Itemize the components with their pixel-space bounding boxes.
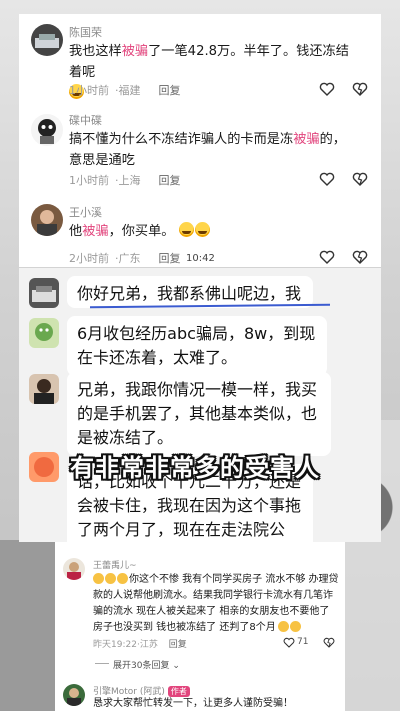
laugh-emoji-icon <box>93 573 104 584</box>
like-count: 71 <box>297 637 309 647</box>
chat-bubble: 6月收包经历abc骗局，8w，到现在卡还冻着，太难了。 <box>67 316 327 376</box>
laugh-emoji-icon <box>194 222 210 237</box>
chat-bubble: 你好兄弟，我都系佛山呢边，我也是 <box>67 276 313 308</box>
dislike-heart-icon[interactable] <box>352 82 368 96</box>
video-timestamp: 10:42 <box>186 253 215 264</box>
comments-panel-top: 陈国荣 我也这样被骗了一笔42.8万。半年了。钱还冻结着呢 1小时前 ·福建 回复 … <box>19 14 381 267</box>
avatar <box>29 374 59 404</box>
comments-panel-bottom: 王蕾禹儿~ 你这个不惨 我有个同学买房子 流水不够 办理贷款的人说帮他刷流水。结… <box>55 542 345 711</box>
video-caption: 有非常非常多的受害人 <box>70 454 320 482</box>
like-heart-icon[interactable] <box>283 637 295 648</box>
comment-text: 搞不懂为什么不冻结诈骗人的卡而是冻被骗的，意思是通吃 <box>69 132 346 168</box>
avatar[interactable] <box>63 558 85 580</box>
like-heart-icon[interactable] <box>319 172 335 186</box>
like-heart-icon[interactable] <box>319 82 335 96</box>
video-background-left <box>0 540 55 711</box>
comment-meta: 昨天19:22·江苏 回复 <box>93 640 187 650</box>
laugh-emoji-icon <box>289 621 301 632</box>
comment-username[interactable]: 王蕾禹儿~ <box>93 558 137 571</box>
comment-meta: 1小时前 ·上海 回复 <box>69 174 181 187</box>
reply-button[interactable]: 回复 <box>169 640 187 650</box>
comment-username[interactable]: 王小溪 <box>69 204 102 220</box>
laugh-emoji-icon <box>277 621 289 632</box>
expand-replies-button[interactable]: 展开30条回复 ⌄ <box>113 658 180 671</box>
avatar[interactable] <box>31 24 63 56</box>
avatar <box>29 278 59 308</box>
avatar[interactable] <box>31 114 63 146</box>
avatar[interactable] <box>31 204 63 236</box>
laugh-emoji-icon <box>117 573 128 584</box>
laugh-emoji-icon <box>178 222 194 237</box>
dislike-heart-icon[interactable] <box>352 250 368 264</box>
comment-meta: 1小时前 ·福建 回复 <box>69 84 181 97</box>
dislike-heart-icon[interactable] <box>323 637 335 648</box>
dislike-heart-icon[interactable] <box>352 172 368 186</box>
avatar <box>29 452 59 482</box>
comment-meta: 2小时前 ·广东 回复 <box>69 252 181 265</box>
comment-username[interactable]: 碟中碟 <box>69 112 102 128</box>
reply-button[interactable]: 回复 <box>159 174 181 187</box>
reply-button[interactable]: 回复 <box>159 252 181 265</box>
laugh-emoji-icon <box>105 573 116 584</box>
comment-text: 你这个不惨 我有个同学买房子 流水不够 办理贷款的人说帮他刷流水。结果我同学银行… <box>93 573 339 633</box>
avatar <box>29 318 59 348</box>
reply-button[interactable]: 回复 <box>159 84 181 97</box>
comment-text: 他被骗，你买单。 <box>69 221 359 242</box>
like-heart-icon[interactable] <box>319 250 335 264</box>
chat-screenshot-panel: 你好兄弟，我都系佛山呢边，我也是 6月收包经历abc骗局，8w，到现在卡还冻着，… <box>19 268 381 572</box>
chevron-down-icon: ⌄ <box>169 661 180 671</box>
avatar[interactable] <box>63 684 85 706</box>
comment-text: 恳求大家帮忙转发一下，让更多人谨防受骗！ <box>93 698 293 709</box>
chat-bubble: 兄弟，我跟你情况一模一样，我买的是手机罢了，其他基本类似，也是被冻结了。 <box>67 372 331 456</box>
comment-username[interactable]: 陈国荣 <box>69 24 102 40</box>
divider <box>95 663 109 664</box>
